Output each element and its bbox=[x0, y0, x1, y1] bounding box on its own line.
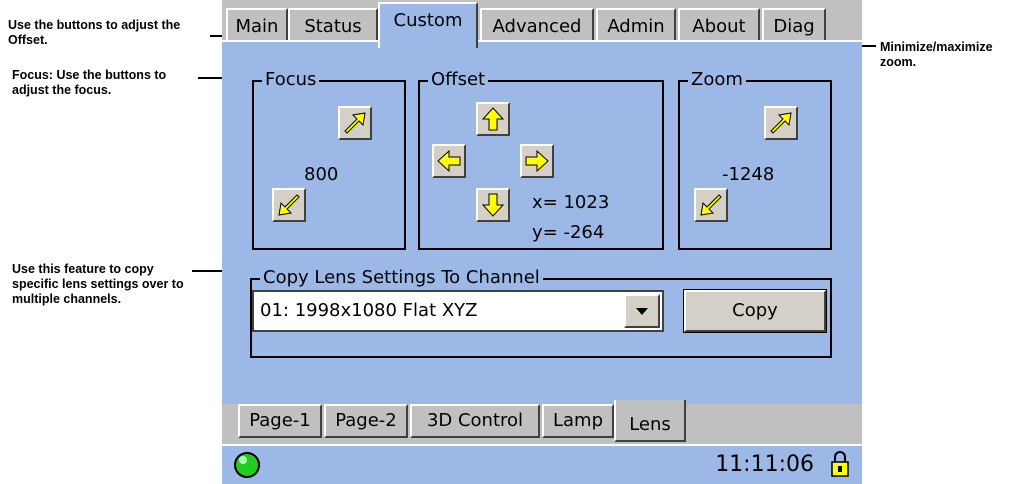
device-screen: Main Status Custom Advanced Admin About … bbox=[222, 0, 862, 484]
zoom-label: Zoom bbox=[688, 69, 746, 91]
offset-x-value: x= 1023 bbox=[532, 192, 610, 213]
focus-down-button[interactable] bbox=[272, 188, 306, 222]
dropdown-button[interactable] bbox=[624, 294, 660, 328]
callout-focus: Focus: Use the buttons to adjust the foc… bbox=[12, 68, 167, 97]
focus-group: Focus 800 bbox=[252, 69, 406, 250]
tab-about[interactable]: About bbox=[678, 8, 760, 42]
zoom-up-button[interactable] bbox=[764, 106, 798, 140]
lock-icon[interactable] bbox=[828, 450, 852, 480]
zoom-down-button[interactable] bbox=[694, 188, 728, 222]
tab-page-2[interactable]: Page-2 bbox=[324, 404, 408, 438]
zoom-group: Zoom -1248 bbox=[678, 69, 832, 250]
chevron-down-icon bbox=[636, 308, 648, 315]
arrow-down-left-icon bbox=[700, 194, 722, 216]
tab-main[interactable]: Main bbox=[226, 8, 288, 42]
tab-advanced[interactable]: Advanced bbox=[480, 8, 594, 42]
channel-select-value: 01: 1998x1080 Flat XYZ bbox=[260, 300, 478, 321]
tab-lamp[interactable]: Lamp bbox=[542, 404, 614, 438]
focus-value: 800 bbox=[304, 164, 339, 185]
tab-lens[interactable]: Lens bbox=[614, 400, 686, 442]
callout-offset: Use the buttons to adjust the Offset. bbox=[8, 18, 181, 47]
tab-admin[interactable]: Admin bbox=[596, 8, 676, 42]
tab-3d-control[interactable]: 3D Control bbox=[410, 404, 540, 438]
offset-y-value: y= -264 bbox=[532, 222, 605, 243]
callout-zoom: Minimize/maximize zoom. bbox=[880, 40, 993, 69]
offset-group: Offset x= 1023 y= -264 bbox=[418, 69, 664, 250]
arrow-left-icon bbox=[437, 149, 461, 173]
callout-copy: Use this feature to copy specific lens s… bbox=[12, 262, 184, 306]
clock: 11:11:06 bbox=[715, 452, 814, 477]
focus-up-button[interactable] bbox=[338, 106, 372, 140]
offset-right-button[interactable] bbox=[520, 144, 554, 178]
arrow-down-left-icon bbox=[278, 194, 300, 216]
offset-down-button[interactable] bbox=[476, 188, 510, 222]
arrow-up-icon bbox=[481, 107, 505, 131]
focus-label: Focus bbox=[262, 69, 320, 91]
offset-up-button[interactable] bbox=[476, 102, 510, 136]
tab-page-1[interactable]: Page-1 bbox=[238, 404, 322, 438]
arrow-right-icon bbox=[525, 149, 549, 173]
offset-label: Offset bbox=[428, 69, 489, 91]
arrow-up-right-icon bbox=[770, 112, 792, 134]
tab-diag[interactable]: Diag bbox=[762, 8, 826, 42]
tab-custom[interactable]: Custom bbox=[378, 2, 478, 48]
arrow-up-right-icon bbox=[344, 112, 366, 134]
tab-status[interactable]: Status bbox=[288, 8, 378, 42]
zoom-value: -1248 bbox=[722, 164, 775, 185]
copy-lens-label: Copy Lens Settings To Channel bbox=[260, 267, 543, 289]
custom-panel: Focus 800 Offset x= 1023 y= -264 Zoom -1… bbox=[222, 40, 862, 404]
channel-select[interactable]: 01: 1998x1080 Flat XYZ bbox=[252, 290, 664, 332]
arrow-down-icon bbox=[481, 193, 505, 217]
offset-left-button[interactable] bbox=[432, 144, 466, 178]
status-led-icon bbox=[234, 452, 260, 478]
copy-button[interactable]: Copy bbox=[683, 289, 827, 333]
status-bar: 11:11:06 bbox=[222, 444, 862, 484]
